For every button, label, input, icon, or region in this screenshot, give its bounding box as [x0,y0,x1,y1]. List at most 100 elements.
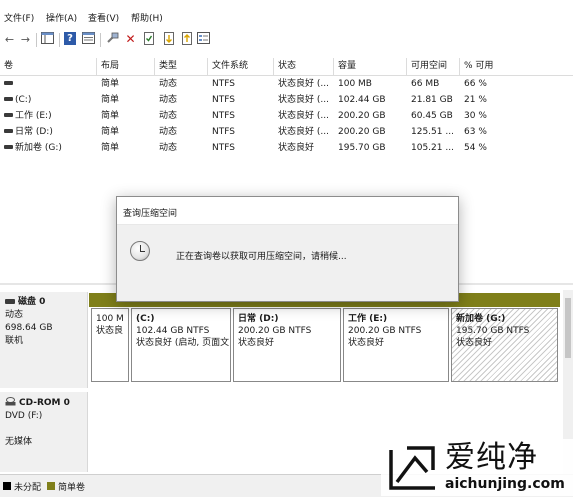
column-header-status[interactable]: 状态 [274,58,334,75]
cell-capacity: 200.20 GB [338,127,386,137]
menu-file[interactable]: 文件(F) [4,11,34,24]
import-icon[interactable] [161,32,176,47]
help-icon[interactable]: ? [64,32,76,45]
cell-type: 动态 [159,143,178,153]
cell-status: 状态良好 (... [278,127,329,137]
disk0-name: 磁盘 0 [18,297,46,307]
cell-status: 状态良好 (... [278,95,329,105]
partition-system-reserved[interactable]: 100 M 状态良 [91,308,129,382]
cdrom0-media: 无媒体 [5,437,33,447]
cell-status: 状态良好 (... [278,79,329,89]
cell-volume: 新加卷 (G:) [0,141,97,156]
cell-layout: 简单 [101,95,120,105]
check-icon[interactable] [141,32,156,47]
cell-free: 66 MB [411,79,440,89]
cell-status: 状态良好 (... [278,111,329,121]
cell-volume: 工作 (E:) [0,109,97,124]
cell-fs: NTFS [212,143,235,153]
drive-icon [4,80,13,85]
watermark-url: aichunjing.com [445,476,565,492]
table-row[interactable]: (C:) 简单 动态 NTFS 状态良好 (... 102.44 GB 21.8… [0,93,573,108]
cd-drive-icon [5,397,16,406]
drive-icon [4,144,13,149]
menu-action[interactable]: 操作(A) [46,11,77,24]
disk0-status: 联机 [5,336,24,346]
cell-free: 21.81 GB [411,95,453,105]
disk0-size: 698.64 GB [5,323,53,333]
cell-type: 动态 [159,127,178,137]
table-row[interactable]: 新加卷 (G:) 简单 动态 NTFS 状态良好 195.70 GB 105.2… [0,141,573,156]
partition-c[interactable]: (C:) 102.44 GB NTFS 状态良好 (启动, 页面文 [131,308,231,382]
cdrom0-drive: DVD (F:) [5,411,43,421]
cell-free: 60.45 GB [411,111,453,121]
connect-icon[interactable] [105,32,120,47]
cdrom0-label[interactable]: CD-ROM 0 DVD (F:) 无媒体 [0,392,88,472]
dialog-message: 正在查询卷以获取可用压缩空间，请稍候... [176,252,347,262]
properties-icon[interactable] [81,32,96,47]
disk0-label[interactable]: 磁盘 0 动态 698.64 GB 联机 [0,292,88,388]
drive-icon [4,128,13,133]
show-hide-console-tree-icon[interactable] [40,32,55,47]
drive-icon [4,112,13,117]
cell-capacity: 200.20 GB [338,111,386,121]
column-header-layout[interactable]: 布局 [97,58,155,75]
cell-type: 动态 [159,111,178,121]
disk-icon [5,299,15,304]
back-icon[interactable]: ← [2,32,17,47]
watermark: 爱纯净 aichunjing.com [381,439,573,496]
cdrom0-name: CD-ROM 0 [19,398,70,408]
cell-fs: NTFS [212,79,235,89]
toolbar-separator [36,33,37,47]
partition-d[interactable]: 日常 (D:) 200.20 GB NTFS 状态良好 [233,308,341,382]
cell-type: 动态 [159,79,178,89]
legend-unallocated-label: 未分配 [14,483,42,493]
column-header-filesystem[interactable]: 文件系统 [208,58,274,75]
cell-layout: 简单 [101,127,120,137]
clock-icon [130,241,150,261]
cell-capacity: 195.70 GB [338,143,386,153]
menu-bar: 文件(F) 操作(A) 查看(V) 帮助(H) [0,9,573,25]
menu-help[interactable]: 帮助(H) [131,11,163,24]
cell-layout: 简单 [101,111,120,121]
partition-e[interactable]: 工作 (E:) 200.20 GB NTFS 状态良好 [343,308,449,382]
export-icon[interactable] [179,32,194,47]
cell-status: 状态良好 [278,143,315,153]
cell-fs: NTFS [212,127,235,137]
column-header-capacity[interactable]: 容量 [334,58,407,75]
diskmap-scrollbar-thumb[interactable] [565,298,571,358]
dialog-body: 正在查询卷以获取可用压缩空间，请稍候... [117,225,458,301]
toolbar-separator [100,33,101,47]
volume-list-header: 卷 布局 类型 文件系统 状态 容量 可用空间 % 可用 [0,58,573,76]
cell-layout: 简单 [101,79,120,89]
cell-capacity: 100 MB [338,79,372,89]
toolbar-separator [59,33,60,47]
legend-unallocated-swatch [3,482,11,490]
menu-view[interactable]: 查看(V) [88,11,119,24]
cell-type: 动态 [159,95,178,105]
cell-free: 125.51 ... [411,127,454,137]
column-header-free-space[interactable]: 可用空间 [407,58,460,75]
cell-pct: 30 % [464,111,487,121]
cell-layout: 简单 [101,143,120,153]
watermark-logo-icon [389,446,435,490]
column-header-percent-free[interactable]: % 可用 [460,58,573,75]
forward-icon[interactable]: → [18,32,33,47]
watermark-brand: 爱纯净 [445,440,538,475]
table-row[interactable]: 简单 动态 NTFS 状态良好 (... 100 MB 66 MB 66 % [0,77,573,92]
cell-fs: NTFS [212,111,235,121]
partition-g[interactable]: 新加卷 (G:) 195.70 GB NTFS 状态良好 [451,308,558,382]
view-list-icon[interactable] [196,32,211,47]
cell-free: 105.21 ... [411,143,454,153]
dialog-titlebar[interactable]: 查询压缩空间 [117,197,458,225]
delete-icon[interactable]: ✕ [123,32,138,47]
column-header-type[interactable]: 类型 [155,58,208,75]
legend-simple-volume-label: 简单卷 [58,483,86,493]
dialog-title: 查询压缩空间 [123,209,178,219]
drive-icon [4,96,13,101]
table-row[interactable]: 日常 (D:) 简单 动态 NTFS 状态良好 (... 200.20 GB 1… [0,125,573,140]
query-shrink-dialog[interactable]: 查询压缩空间 正在查询卷以获取可用压缩空间，请稍候... [116,196,459,302]
cell-pct: 54 % [464,143,487,153]
column-header-volume[interactable]: 卷 [0,58,97,75]
table-row[interactable]: 工作 (E:) 简单 动态 NTFS 状态良好 (... 200.20 GB 6… [0,109,573,124]
cell-fs: NTFS [212,95,235,105]
